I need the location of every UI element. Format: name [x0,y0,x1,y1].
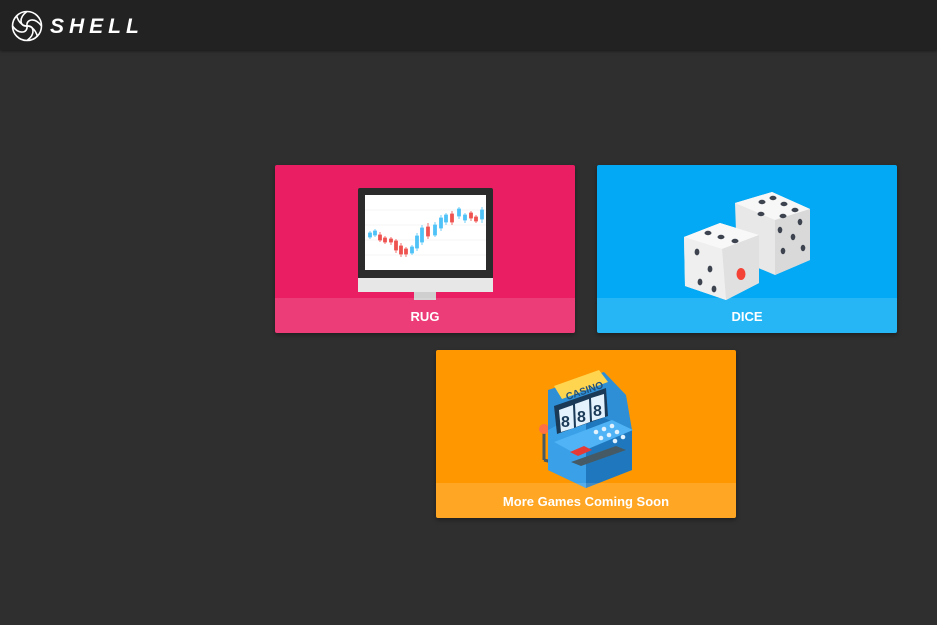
game-label-coming-soon: More Games Coming Soon [436,483,736,518]
game-card-dice[interactable]: DICE [597,165,897,333]
shell-swirl-icon [11,10,43,42]
svg-text:8: 8 [593,403,602,420]
top-bar: SHELL [0,0,937,50]
game-label-dice: DICE [597,298,897,333]
shell-logo[interactable]: SHELL [10,9,180,43]
game-label-rug: RUG [275,298,575,333]
game-card-coming-soon[interactable]: CASINO 8 8 8 More Games Coming Soon [436,350,736,518]
svg-text:8: 8 [577,409,586,426]
front-die [684,223,759,300]
svg-text:8: 8 [561,414,570,431]
logo-text: SHELL [50,15,144,38]
game-card-rug[interactable]: RUG [275,165,575,333]
